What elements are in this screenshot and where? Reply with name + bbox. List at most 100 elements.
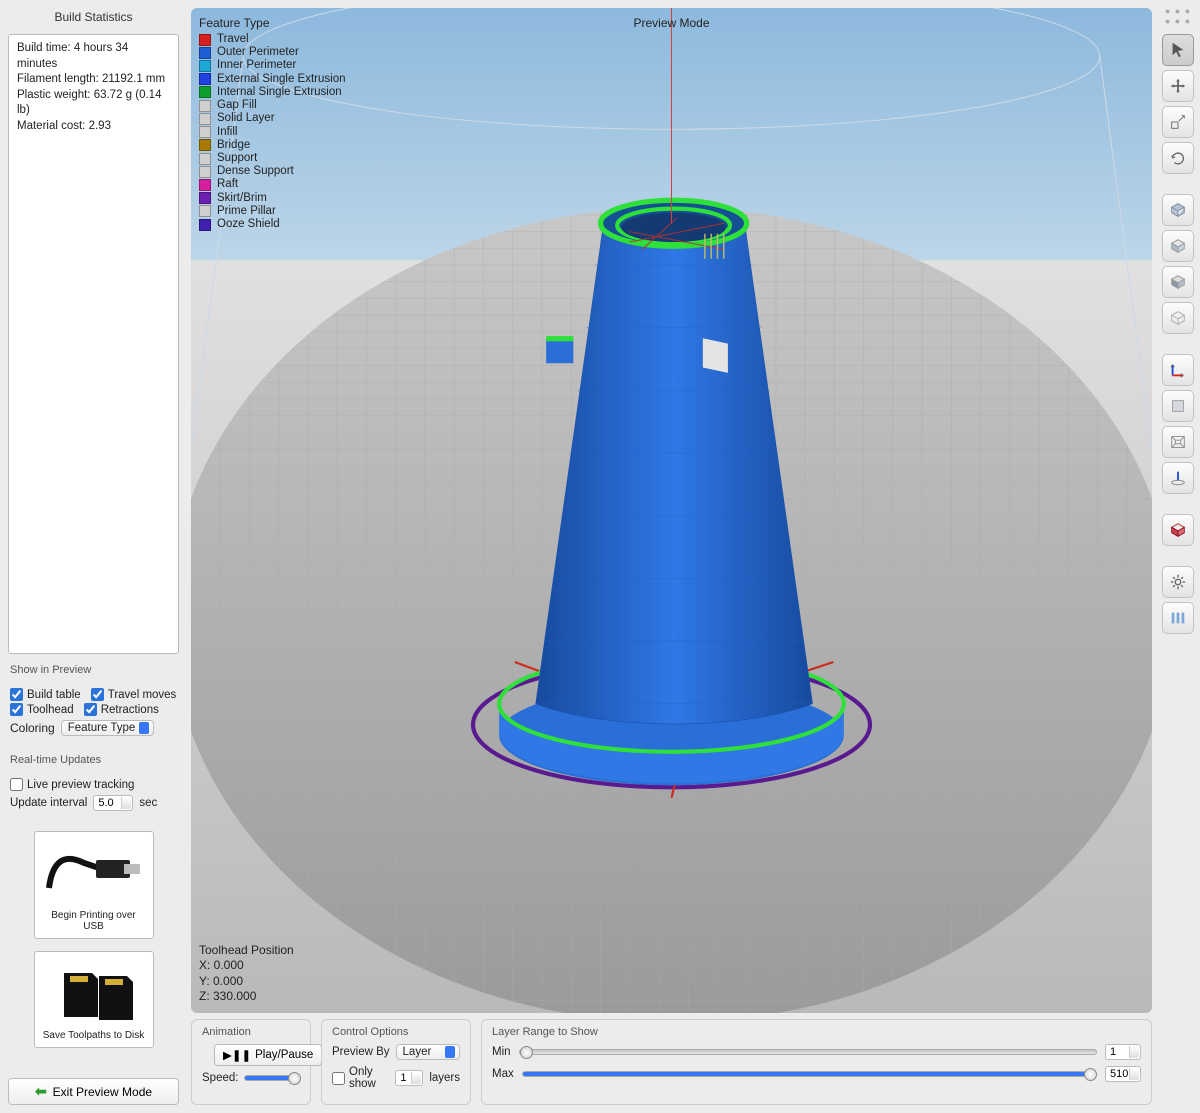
preview-options: Build table Travel moves Toolhead Retrac… [8,684,179,744]
model-tool[interactable] [1162,514,1194,546]
preview-mode-label: Preview Mode [633,16,709,30]
columns-tool[interactable] [1162,602,1194,634]
legend-swatch [199,113,211,125]
legend-swatch [199,100,211,112]
coloring-label: Coloring [10,721,55,735]
toolhead-y: Y: 0.000 [199,974,294,990]
realtime-options: Live preview tracking Update interval se… [8,774,179,819]
view-wire-tool[interactable] [1162,302,1194,334]
grip-icon: ● ● ● ● ● ● [1160,6,1196,26]
left-sidebar: Build Statistics Build time: 4 hours 34 … [0,0,187,1113]
legend-swatch [199,179,211,191]
legend-swatch [199,205,211,217]
legend-item: Outer Perimeter [199,46,345,59]
sd-icon [44,958,144,1028]
min-value[interactable] [1105,1044,1141,1060]
move-tool[interactable] [1162,70,1194,102]
legend-swatch [199,60,211,72]
axes-tool[interactable] [1162,354,1194,386]
toolhead-position: Toolhead Position X: 0.000 Y: 0.000 Z: 3… [199,943,294,1005]
legend-label: Prime Pillar [217,205,276,218]
stat-weight: Plastic weight: 63.72 g (0.14 lb) [17,88,170,119]
toolhead-x: X: 0.000 [199,958,294,974]
3d-viewport[interactable]: Feature Type TravelOuter PerimeterInner … [191,8,1152,1013]
usb-icon [44,838,144,908]
legend-swatch [199,47,211,59]
settings-tool[interactable] [1162,566,1194,598]
usb-print-card[interactable]: Begin Printing over USB [34,831,154,939]
legend-swatch [199,166,211,178]
check-live-preview[interactable]: Live preview tracking [10,778,177,791]
legend-swatch [199,153,211,165]
update-interval-label: Update interval [10,797,87,809]
control-label: Control Options [332,1026,460,1038]
layers-label: layers [429,1072,460,1084]
view-shaded-tool[interactable] [1162,266,1194,298]
persp-tool[interactable] [1162,426,1194,458]
toolhead-z: Z: 330.000 [199,989,294,1005]
legend-swatch [199,34,211,46]
coloring-select[interactable]: Feature Type [61,720,155,736]
max-slider[interactable] [522,1071,1097,1077]
legend-item: Solid Layer [199,112,345,125]
view-iso-tool[interactable] [1162,194,1194,226]
legend-item: Infill [199,126,345,139]
exit-preview-button[interactable]: ⬅ Exit Preview Mode [8,1078,179,1105]
stat-filament: Filament length: 21192.1 mm [17,72,170,88]
layer-range-panel: Layer Range to Show Min Max [481,1019,1152,1105]
legend-item: Internal Single Extrusion [199,86,345,99]
legend-swatch [199,139,211,151]
preview-by-label: Preview By [332,1046,390,1058]
save-disk-label: Save Toolpaths to Disk [43,1030,145,1041]
legend-label: Dense Support [217,165,294,178]
legend-label: Skirt/Brim [217,192,267,205]
only-show-count[interactable] [395,1070,423,1086]
legend-item: Gap Fill [199,99,345,112]
legend-item: Support [199,152,345,165]
scale-tool[interactable] [1162,106,1194,138]
stat-cost: Material cost: 2.93 [17,119,170,135]
update-interval-input[interactable] [93,795,133,811]
legend-swatch [199,192,211,204]
save-disk-card[interactable]: Save Toolpaths to Disk [34,951,154,1048]
legend-item: External Single Extrusion [199,73,345,86]
speed-label: Speed: [202,1072,238,1084]
legend-item: Dense Support [199,165,345,178]
check-only-show[interactable]: Only show [332,1066,389,1090]
min-label: Min [492,1046,511,1058]
legend-title: Feature Type [199,16,345,30]
play-pause-icon: ▶❚❚ [223,1048,251,1062]
legend-swatch [199,126,211,138]
min-slider[interactable] [519,1049,1097,1055]
legend-item: Raft [199,178,345,191]
check-build-table[interactable]: Build table [10,688,81,701]
control-options-panel: Control Options Preview By Layer Only sh… [321,1019,471,1105]
legend-label: Raft [217,178,238,191]
build-stats-box: Build time: 4 hours 34 minutes Filament … [8,34,179,654]
ground-tool[interactable] [1162,462,1194,494]
legend-label: Bridge [217,139,250,152]
rotate-tool[interactable] [1162,142,1194,174]
realtime-updates-label: Real-time Updates [10,754,179,766]
preview-by-select[interactable]: Layer [396,1044,460,1060]
ortho-tool[interactable] [1162,390,1194,422]
play-pause-button[interactable]: ▶❚❚ Play/Pause [214,1044,322,1066]
layer-range-label: Layer Range to Show [492,1026,1141,1038]
main-area: Feature Type TravelOuter PerimeterInner … [187,0,1156,1113]
legend-label: Inner Perimeter [217,59,296,72]
show-in-preview-label: Show in Preview [10,664,179,676]
toolhead-title: Toolhead Position [199,943,294,959]
sec-label: sec [139,797,157,809]
build-stats-title: Build Statistics [8,8,179,28]
legend-item: Skirt/Brim [199,192,345,205]
legend-label: Internal Single Extrusion [217,86,342,99]
speed-slider[interactable] [244,1075,300,1081]
check-retractions[interactable]: Retractions [84,703,159,716]
cursor-tool[interactable] [1162,34,1194,66]
view-front-tool[interactable] [1162,230,1194,262]
check-travel-moves[interactable]: Travel moves [91,688,177,701]
check-toolhead[interactable]: Toolhead [10,703,74,716]
legend-label: Outer Perimeter [217,46,299,59]
animation-panel: Animation ▶❚❚ Play/Pause Speed: [191,1019,311,1105]
max-value[interactable] [1105,1066,1141,1082]
